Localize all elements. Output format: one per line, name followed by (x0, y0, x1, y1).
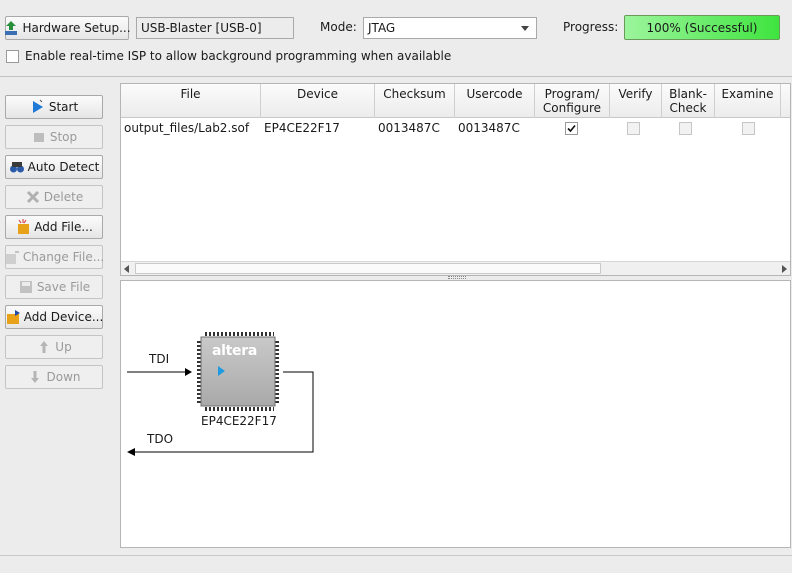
mode-value: JTAG (368, 21, 396, 35)
horizontal-scrollbar[interactable] (121, 261, 790, 275)
progress-bar: 100% (Successful) (624, 15, 780, 40)
auto-detect-icon (9, 159, 25, 175)
delete-button[interactable]: Delete (5, 185, 103, 209)
mode-select[interactable]: JTAG (363, 17, 537, 39)
change-file-button[interactable]: Change File... (4, 245, 105, 269)
hardware-icon (3, 20, 19, 36)
column-header-usercode[interactable]: Usercode (455, 84, 535, 118)
hardware-setup-label: Hardware Setup... (22, 21, 131, 35)
add-file-label: Add File... (34, 220, 93, 234)
add-file-icon (15, 219, 31, 235)
up-button[interactable]: Up (5, 335, 103, 359)
stop-button[interactable]: Stop (5, 125, 103, 149)
auto-detect-label: Auto Detect (27, 160, 100, 174)
examine-checkbox[interactable] (742, 121, 755, 135)
chevron-down-icon (521, 26, 529, 31)
progress-label: Progress: (563, 20, 619, 34)
column-header-device[interactable]: Device (261, 84, 375, 118)
cell-checksum: 0013487C (378, 121, 440, 135)
cell-program (565, 118, 578, 138)
save-file-icon (18, 279, 34, 295)
down-button[interactable]: Down (5, 365, 103, 389)
column-header-blank-check[interactable]: Blank- Check (662, 84, 715, 118)
cell-examine (742, 118, 755, 138)
file-table: File Device Checksum Usercode Program/ C… (120, 83, 791, 276)
cell-device: EP4CE22F17 (264, 121, 340, 135)
device-name-label: EP4CE22F17 (201, 414, 277, 428)
scroll-left-icon[interactable] (124, 265, 129, 273)
cell-verify (627, 118, 640, 138)
start-icon (30, 99, 46, 115)
scroll-right-icon[interactable] (782, 265, 787, 273)
tdo-label: TDO (147, 432, 174, 446)
auto-detect-button[interactable]: Auto Detect (5, 155, 103, 179)
column-header-examine[interactable]: Examine (715, 84, 781, 118)
jtag-chain-diagram: altera EP4CE22F17 TDI TDO (120, 280, 791, 548)
hardware-setup-button[interactable]: Hardware Setup... (3, 16, 131, 40)
down-label: Down (46, 370, 81, 384)
save-file-button[interactable]: Save File (5, 275, 103, 299)
add-device-label: Add Device... (23, 310, 104, 324)
add-device-button[interactable]: Add Device... (5, 305, 103, 329)
down-icon (27, 369, 43, 385)
scrollbar-thumb[interactable] (135, 263, 601, 274)
altera-logo: altera (212, 343, 257, 359)
stop-icon (31, 129, 47, 145)
column-header-file[interactable]: File (121, 84, 261, 118)
status-bar (0, 555, 792, 573)
delete-icon (25, 189, 41, 205)
isp-option[interactable]: Enable real-time ISP to allow background… (6, 49, 451, 63)
verify-checkbox[interactable] (627, 121, 640, 135)
column-header-program-configure[interactable]: Program/ Configure (535, 84, 610, 118)
add-device-icon (5, 309, 21, 325)
stop-label: Stop (49, 130, 78, 144)
splitter-handle[interactable] (448, 276, 466, 279)
mode-label: Mode: (320, 20, 357, 34)
cell-usercode: 0013487C (458, 121, 520, 135)
cell-blank-check (679, 118, 692, 138)
column-header-checksum[interactable]: Checksum (375, 84, 455, 118)
delete-label: Delete (43, 190, 84, 204)
isp-checkbox[interactable] (6, 49, 19, 63)
up-label: Up (55, 340, 72, 354)
hardware-field: USB-Blaster [USB-0] (136, 17, 294, 39)
save-file-label: Save File (36, 280, 91, 294)
tdi-label: TDI (149, 352, 170, 366)
blank-check-checkbox[interactable] (679, 121, 692, 135)
cell-file: output_files/Lab2.sof (124, 121, 250, 135)
top-divider (0, 76, 792, 77)
start-label: Start (48, 100, 79, 114)
add-file-button[interactable]: Add File... (5, 215, 103, 239)
table-header: File Device Checksum Usercode Program/ C… (121, 84, 790, 118)
change-file-icon (4, 249, 20, 265)
hardware-value: USB-Blaster [USB-0] (141, 21, 262, 35)
start-button[interactable]: Start (5, 95, 103, 119)
column-header-verify[interactable]: Verify (610, 84, 662, 118)
isp-label: Enable real-time ISP to allow background… (25, 49, 452, 63)
program-checkbox[interactable] (565, 121, 578, 135)
up-icon (36, 339, 52, 355)
progress-text: 100% (Successful) (646, 20, 758, 35)
change-file-label: Change File... (22, 250, 105, 264)
